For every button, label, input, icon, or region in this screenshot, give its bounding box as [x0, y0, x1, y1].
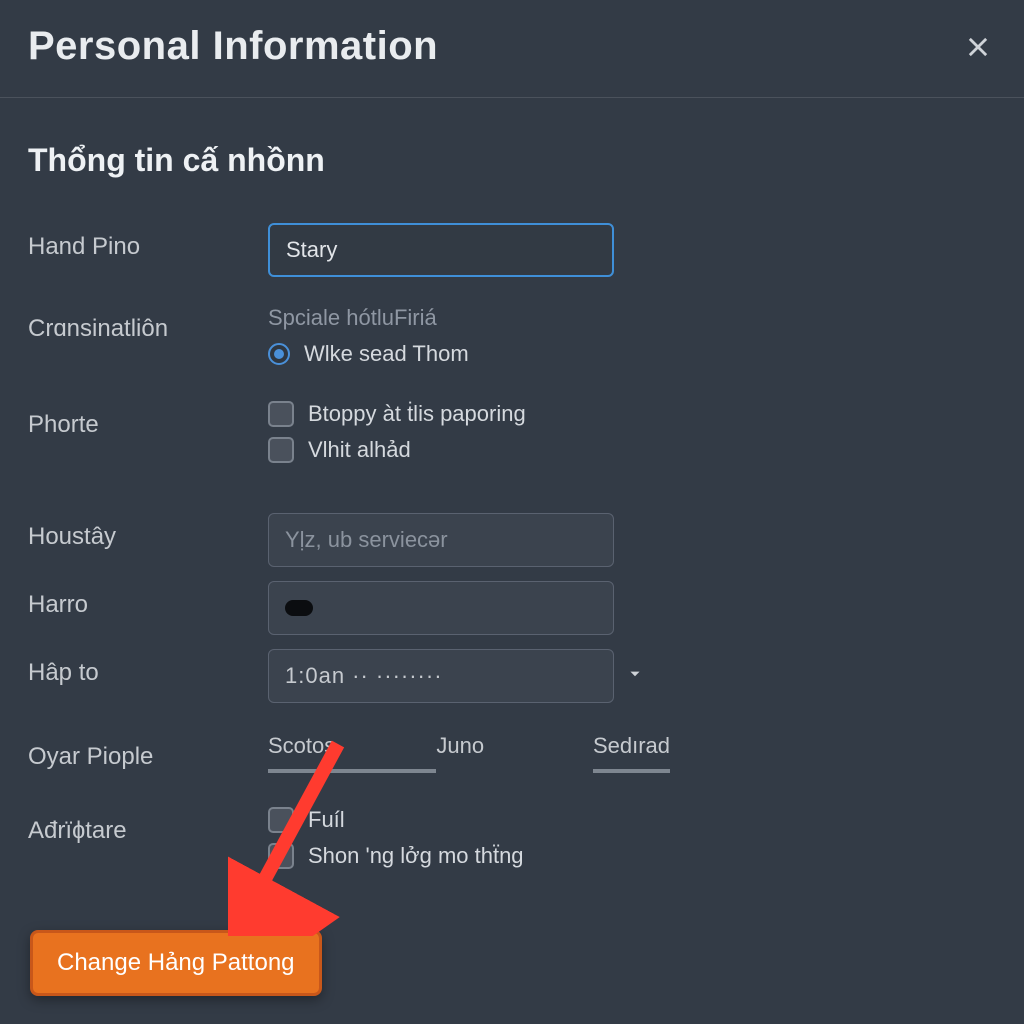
section-title: Thổng tin cấ nhồnn — [28, 142, 996, 179]
radio-label-wlke-sead-thom: Wlke sead Thom — [304, 341, 469, 367]
tabs-oyar-piople: Scotos Juno Sedırad — [268, 733, 670, 773]
checkbox-btoppy[interactable] — [268, 401, 294, 427]
row-cransinatlion: Crɑnsinatliôn Spciale hótluFiriá Wlke se… — [28, 305, 996, 377]
dialog-footer: Change Hảng Pattong — [30, 930, 322, 996]
dialog-header: Personal Information — [0, 0, 1024, 98]
label-hap-to: Hâp to — [28, 649, 268, 687]
label-phorte: Phorte — [28, 401, 268, 439]
dialog-content: Thổng tin cấ nhồnn Hand Pino Crɑnsinatli… — [0, 98, 1024, 927]
tab-juno[interactable]: Juno — [436, 733, 593, 773]
checkbox-label-vlhit: Vlhit alhảd — [308, 437, 411, 463]
row-hap-to: Hâp to 1:0an ·· ········ — [28, 649, 996, 703]
row-houstay: Houstây — [28, 513, 996, 567]
select-hap-to[interactable]: 1:0an ·· ········ — [268, 649, 614, 703]
close-button[interactable] — [960, 29, 996, 65]
change-button[interactable]: Change Hảng Pattong — [30, 930, 322, 996]
checkbox-shon[interactable] — [268, 843, 294, 869]
checkbox-fuil[interactable] — [268, 807, 294, 833]
checkbox-label-fuil: Fuíl — [308, 807, 345, 833]
label-harro: Harro — [28, 581, 268, 619]
label-hand-pino: Hand Pino — [28, 223, 268, 261]
tab-scotos[interactable]: Scotos — [268, 733, 436, 773]
dialog-title: Personal Information — [28, 24, 438, 69]
row-adriptare: Ađrïɸtare Fuíl Shon 'ng lởg mo thẗng — [28, 807, 996, 879]
label-adriptare: Ađrïɸtare — [28, 807, 268, 845]
checkbox-label-shon: Shon 'ng lởg mo thẗng — [308, 843, 524, 869]
password-mask-icon — [285, 600, 313, 616]
close-icon — [964, 33, 992, 61]
chevron-down-icon — [624, 663, 646, 690]
row-harro: Harro — [28, 581, 996, 635]
row-oyar-piople: Oyar Piople Scotos Juno Sedırad — [28, 733, 996, 773]
row-phorte: Phorte Btoppy àt ṫlis paporing Vlhit alh… — [28, 401, 996, 473]
row-hand-pino: Hand Pino — [28, 223, 996, 277]
input-hand-pino[interactable] — [268, 223, 614, 277]
label-cransinatlion: Crɑnsinatliôn — [28, 305, 268, 343]
helper-cransinatlion: Spciale hótluFiriá — [268, 305, 670, 331]
input-houstay[interactable] — [268, 513, 614, 567]
checkbox-vlhit[interactable] — [268, 437, 294, 463]
checkbox-label-btoppy: Btoppy àt ṫlis paporing — [308, 401, 526, 427]
label-houstay: Houstây — [28, 513, 268, 551]
input-harro[interactable] — [268, 581, 614, 635]
tab-sedirad[interactable]: Sedırad — [593, 733, 670, 773]
label-oyar-piople: Oyar Piople — [28, 733, 268, 771]
radio-wlke-sead-thom[interactable] — [268, 343, 290, 365]
